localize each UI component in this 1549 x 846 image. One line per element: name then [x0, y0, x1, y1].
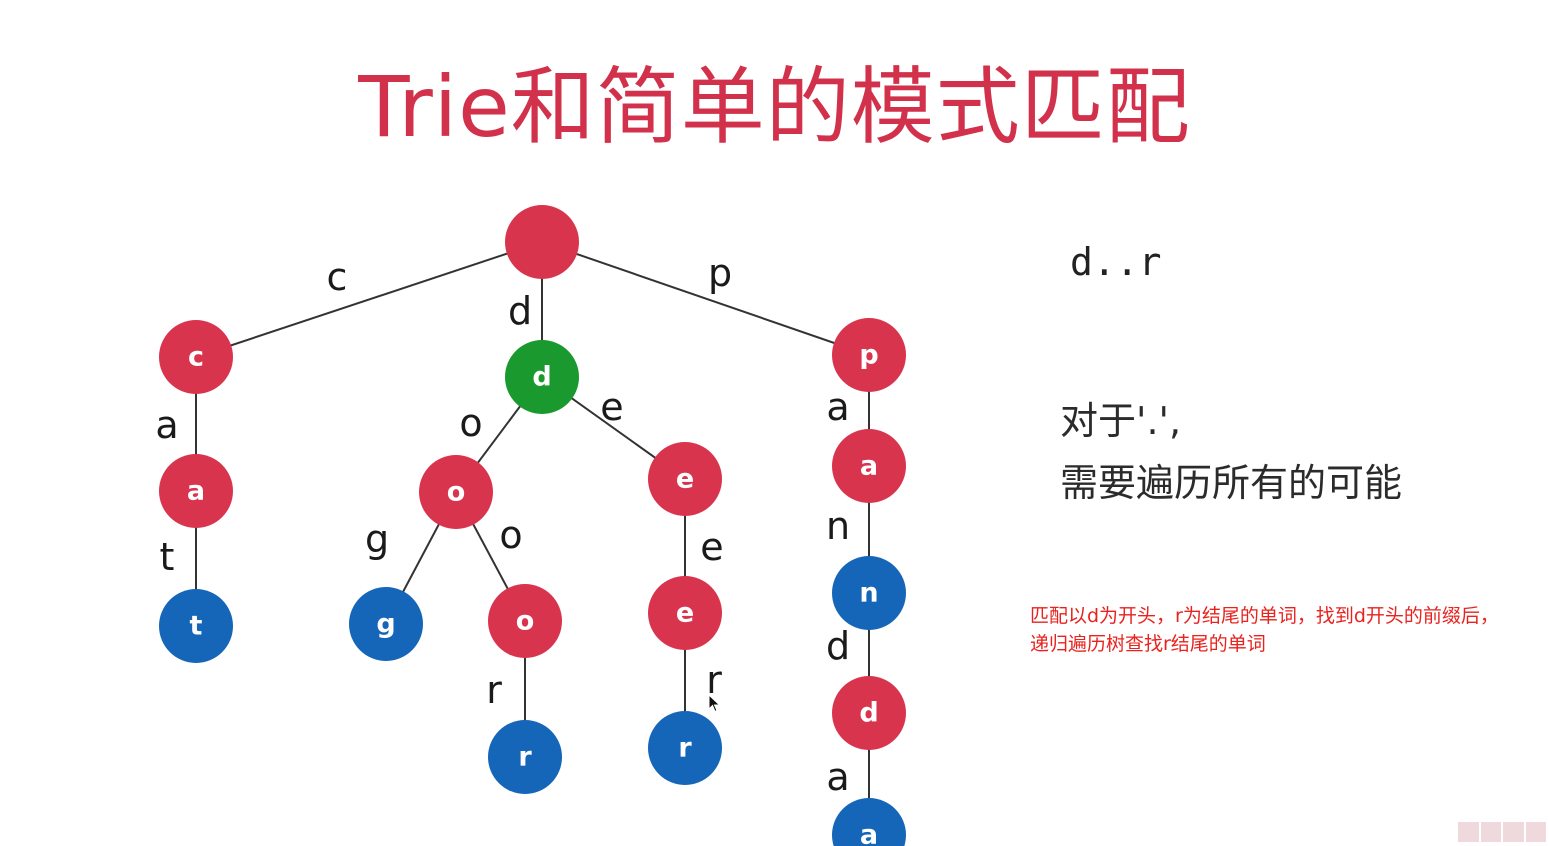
- trie-node-doo: o: [488, 584, 562, 658]
- trie-edge-label-d-do: o: [459, 401, 482, 445]
- trie-node-dog: g: [349, 587, 423, 661]
- trie-edge-label-root-d: d: [508, 289, 532, 333]
- trie-edge-label-de-dee: e: [700, 525, 723, 569]
- trie-node-door: r: [488, 720, 562, 794]
- wildcard-note-line2: 需要遍历所有的可能: [1060, 461, 1403, 505]
- trie-node-label: c: [188, 342, 204, 373]
- trie-node-pand: d: [832, 676, 906, 750]
- trie-edge-label-do-doo: o: [499, 513, 522, 557]
- trie-node-label: a: [187, 476, 205, 507]
- trie-nodes: cdpato eg oreranda: [159, 205, 906, 846]
- trie-node-label: o: [516, 606, 535, 637]
- trie-edge-label-do-dog: g: [365, 517, 389, 561]
- wildcard-note-line1: 对于'.',: [1060, 399, 1182, 443]
- trie-node-label: a: [860, 820, 878, 846]
- trie-node-label: p: [859, 340, 878, 371]
- trie-edge-label-p-pa: a: [826, 385, 849, 429]
- trie-node-label: a: [860, 451, 878, 482]
- trie-edge-label-c-ca: a: [155, 403, 178, 447]
- wildcard-note: 对于'.', 需要遍历所有的可能: [1060, 390, 1402, 514]
- trie-node-label: d: [532, 362, 551, 393]
- pattern-text: d..r: [1070, 240, 1162, 284]
- trie-node-ca: a: [159, 454, 233, 528]
- trie-node-label: e: [676, 598, 694, 629]
- trie-node-label: n: [859, 578, 878, 609]
- trie-edge-label-pand-panda: a: [826, 755, 849, 799]
- trie-node-d: d: [505, 340, 579, 414]
- trie-edge-label-doo-door: r: [486, 668, 502, 712]
- trie-node-label: g: [376, 609, 395, 640]
- annotation-text: 匹配以d为开头，r为结尾的单词，找到d开头的前缀后，递归遍历树查找r结尾的单词: [1030, 605, 1499, 655]
- trie-node-c: c: [159, 320, 233, 394]
- trie-edge-label-root-c: c: [327, 255, 348, 299]
- trie-node-deer: r: [648, 711, 722, 785]
- trie-node-do: o: [419, 455, 493, 529]
- trie-node-label: o: [447, 477, 466, 508]
- trie-edge-root-c: [195, 241, 543, 358]
- trie-node-root: [505, 205, 579, 279]
- trie-node-dee: e: [648, 576, 722, 650]
- trie-edge-label-ca-cat: t: [160, 535, 175, 579]
- trie-edge-label-pa-pan: n: [826, 504, 850, 548]
- trie-edge-label-d-de: e: [600, 385, 623, 429]
- trie-edge-label-root-p: p: [708, 251, 732, 295]
- trie-node-label: r: [678, 733, 692, 764]
- trie-node-label: d: [859, 698, 878, 729]
- trie-edge-labels: cdpato eg oreranda: [155, 251, 850, 799]
- trie-node-circle: [505, 205, 579, 279]
- mouse-cursor-icon: [708, 694, 721, 713]
- trie-node-label: e: [676, 464, 694, 495]
- trie-node-pa: a: [832, 429, 906, 503]
- trie-node-label: t: [190, 611, 203, 642]
- trie-node-pan: n: [832, 556, 906, 630]
- trie-node-panda: a: [832, 798, 906, 846]
- trie-node-label: r: [518, 742, 532, 773]
- watermark: [1458, 822, 1546, 842]
- trie-edge-root-p: [541, 241, 870, 356]
- trie-node-de: e: [648, 442, 722, 516]
- trie-node-cat: t: [159, 589, 233, 663]
- trie-edge-label-pan-pand: d: [826, 624, 850, 668]
- trie-node-p: p: [832, 318, 906, 392]
